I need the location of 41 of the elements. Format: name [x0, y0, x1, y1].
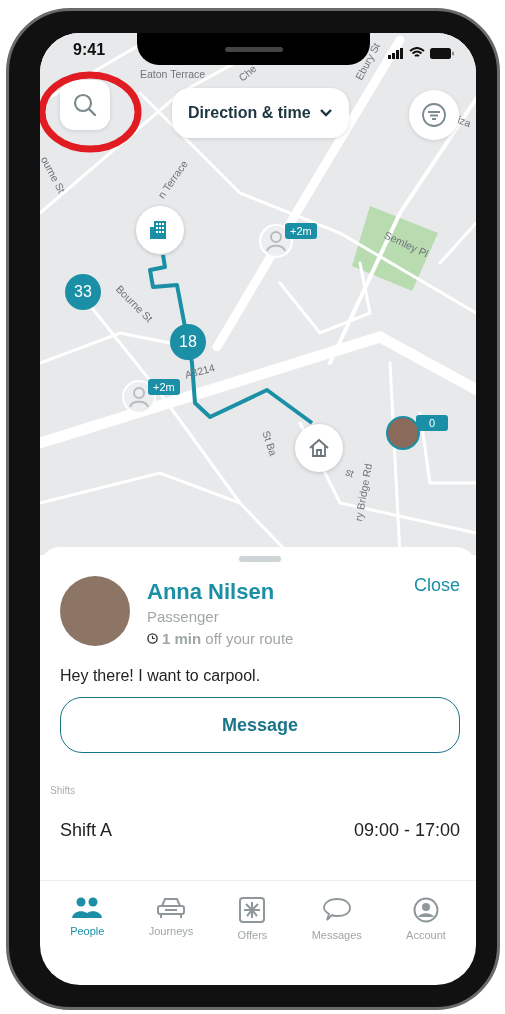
search-icon — [72, 92, 98, 118]
shift-name: Shift A — [60, 820, 113, 841]
map-label: ourne St — [40, 154, 68, 195]
tab-item[interactable]: People — [70, 897, 105, 937]
person-name: Anna Nilsen — [147, 579, 276, 605]
tab-item[interactable]: Offers — [237, 897, 268, 941]
gift-icon — [239, 897, 266, 923]
detour-badge: 0 — [416, 415, 448, 431]
chevron-down-icon — [318, 108, 333, 118]
person-role: Passenger — [147, 608, 220, 625]
search-button[interactable] — [60, 80, 110, 130]
house-icon — [308, 438, 330, 458]
detour-text: 1 min off your route — [162, 630, 294, 647]
map-label: Eaton Terrace — [140, 68, 206, 80]
detour-badge: +2m — [285, 223, 317, 239]
wifi-icon — [409, 47, 425, 59]
map-label: st — [343, 465, 356, 480]
map-label: iza — [455, 113, 473, 130]
tab-item[interactable]: Journeys — [148, 897, 194, 937]
detour-badge: +2m — [148, 379, 180, 395]
tab-item[interactable]: Messages — [311, 897, 362, 941]
message-text: Hey there! I want to carpool. — [60, 667, 262, 685]
people-icon — [72, 897, 103, 919]
speech-bubble-icon — [322, 897, 351, 923]
tab-item[interactable]: Account — [406, 897, 446, 941]
message-button[interactable]: Message — [60, 697, 460, 753]
shift-time: 09:00 - 17:00 — [353, 820, 460, 841]
filter-icon — [421, 102, 447, 128]
map-label: St Ba — [260, 429, 280, 458]
status-time: 9:41 — [73, 41, 106, 59]
direction-time-dropdown[interactable]: Direction & time — [172, 88, 349, 138]
clock-icon — [147, 633, 158, 644]
map-label: Che — [236, 62, 259, 84]
signal-icon — [388, 47, 404, 59]
car-icon — [156, 897, 186, 919]
close-link[interactable]: Close — [413, 575, 460, 647]
battery-icon — [430, 47, 454, 59]
account-icon — [412, 897, 439, 923]
drag-handle[interactable] — [239, 556, 281, 562]
section-heading: Shifts — [50, 785, 76, 796]
map-label: A3214 — [183, 361, 216, 381]
